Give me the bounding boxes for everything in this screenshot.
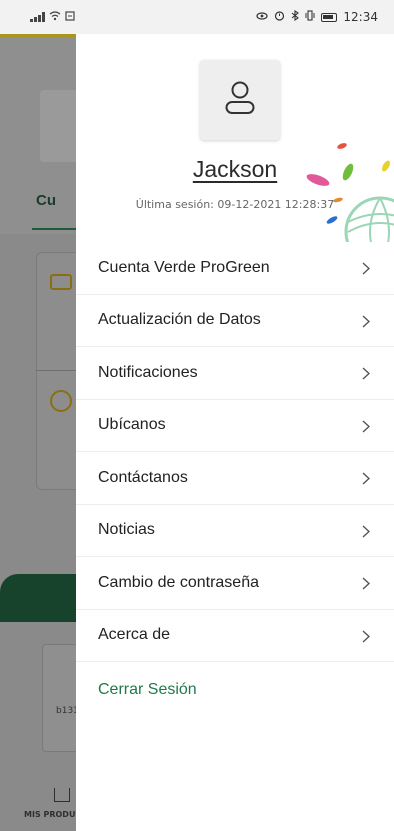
chevron-right-icon bbox=[362, 629, 370, 643]
menu-item-cambio-contrasena[interactable]: Cambio de contraseña bbox=[76, 557, 394, 610]
menu-item-notificaciones[interactable]: Notificaciones bbox=[76, 347, 394, 400]
bluetooth-icon bbox=[291, 9, 300, 24]
piggy-bank-icon bbox=[50, 390, 72, 412]
status-time: 12:34 bbox=[343, 10, 378, 24]
menu-item-actualizacion-datos[interactable]: Actualización de Datos bbox=[76, 295, 394, 347]
chevron-right-icon bbox=[362, 314, 370, 328]
navigation-drawer: Jackson Última sesión: 09-12-2021 12:28:… bbox=[76, 34, 394, 831]
chevron-right-icon bbox=[362, 577, 370, 590]
eye-icon bbox=[256, 10, 269, 24]
chevron-right-icon bbox=[362, 262, 370, 275]
avatar[interactable] bbox=[200, 60, 280, 140]
leaves-globe-decoration bbox=[306, 143, 394, 242]
user-icon bbox=[225, 81, 255, 114]
chevron-right-icon bbox=[362, 472, 370, 485]
status-left-icons bbox=[30, 10, 75, 24]
logout-label: Cerrar Sesión bbox=[98, 681, 197, 698]
menu-item-label: Cambio de contraseña bbox=[98, 573, 259, 591]
menu-item-ubicanos[interactable]: Ubícanos bbox=[76, 400, 394, 452]
menu-item-contactanos[interactable]: Contáctanos bbox=[76, 452, 394, 505]
drawer-menu: Cuenta Verde ProGreen Actualización de D… bbox=[76, 242, 394, 718]
menu-item-label: Actualización de Datos bbox=[98, 311, 261, 329]
menu-item-cuenta-verde[interactable]: Cuenta Verde ProGreen bbox=[76, 242, 394, 295]
wifi-icon bbox=[49, 10, 61, 24]
profile-header: Jackson Última sesión: 09-12-2021 12:28:… bbox=[76, 34, 394, 242]
home-icon bbox=[54, 788, 70, 802]
status-right-icons: 12:34 bbox=[256, 9, 378, 24]
chevron-right-icon bbox=[362, 419, 370, 433]
logout-button[interactable]: Cerrar Sesión bbox=[76, 662, 394, 718]
menu-item-noticias[interactable]: Noticias bbox=[76, 505, 394, 557]
menu-item-label: Noticias bbox=[98, 521, 155, 539]
sim-icon bbox=[65, 10, 75, 24]
money-icon bbox=[50, 274, 72, 290]
menu-item-label: Ubícanos bbox=[98, 416, 166, 434]
vibrate-icon bbox=[305, 10, 315, 24]
bottom-nav-label: MIS PRODU bbox=[24, 810, 76, 819]
menu-item-label: Cuenta Verde ProGreen bbox=[98, 258, 270, 276]
menu-item-acerca-de[interactable]: Acerca de bbox=[76, 610, 394, 662]
battery-icon bbox=[321, 12, 338, 22]
status-bar: 12:34 bbox=[0, 0, 394, 34]
chevron-right-icon bbox=[362, 367, 370, 380]
menu-item-label: Notificaciones bbox=[98, 363, 198, 381]
menu-item-label: Acerca de bbox=[98, 626, 171, 644]
bg-tab-label: Cu bbox=[36, 192, 56, 209]
chevron-right-icon bbox=[362, 524, 370, 538]
menu-item-label: Contáctanos bbox=[98, 468, 188, 486]
alarm-icon bbox=[274, 10, 285, 24]
signal-icon bbox=[30, 12, 45, 22]
